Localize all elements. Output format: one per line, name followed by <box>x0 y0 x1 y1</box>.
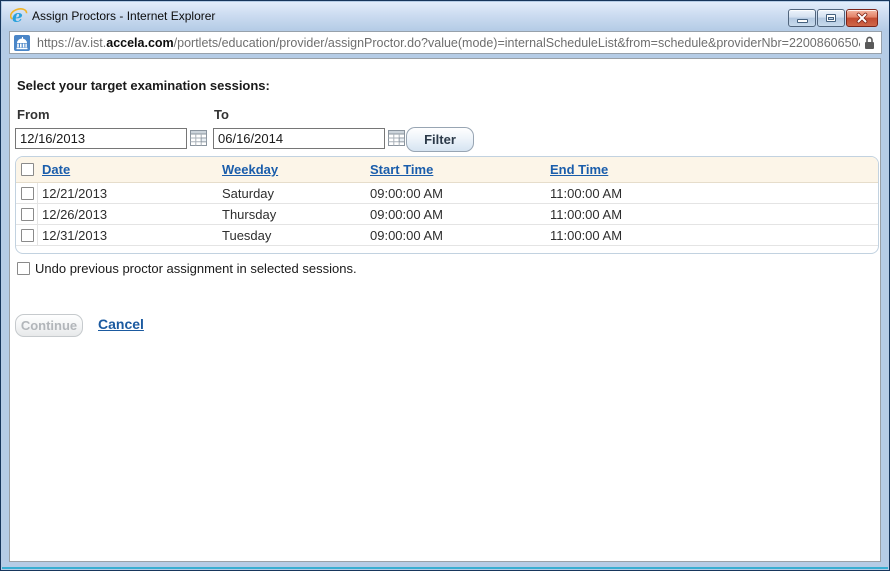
ie-popup-window: e Assign Proctors - Internet Explorer <box>0 0 890 571</box>
undo-assignment-label: Undo previous proctor assignment in sele… <box>35 261 357 276</box>
cell-weekday: Saturday <box>222 186 274 201</box>
cell-weekday: Thursday <box>222 207 276 222</box>
url-text[interactable]: https://av.ist.accela.com/portlets/educa… <box>37 36 860 50</box>
cell-start-time: 09:00:00 AM <box>370 207 443 222</box>
table-row: 12/26/2013 Thursday 09:00:00 AM 11:00:00… <box>16 204 878 225</box>
window-title: Assign Proctors - Internet Explorer <box>32 9 215 23</box>
continue-button[interactable]: Continue <box>15 314 83 337</box>
url-domain: accela.com <box>106 36 173 50</box>
column-header-end-time[interactable]: End Time <box>550 162 608 177</box>
column-header-date[interactable]: Date <box>42 162 70 177</box>
column-divider <box>37 183 38 203</box>
cell-date: 12/21/2013 <box>42 186 107 201</box>
from-label: From <box>17 107 50 122</box>
cancel-link[interactable]: Cancel <box>98 316 144 332</box>
ie-logo-icon: e <box>10 7 28 25</box>
sessions-table: Date Weekday Start Time End Time 12/21/2… <box>15 156 879 254</box>
cell-start-time: 09:00:00 AM <box>370 228 443 243</box>
cell-date: 12/26/2013 <box>42 207 107 222</box>
cell-start-time: 09:00:00 AM <box>370 186 443 201</box>
cell-end-time: 11:00:00 AM <box>550 207 622 222</box>
column-header-start-time[interactable]: Start Time <box>370 162 433 177</box>
table-row: 12/31/2013 Tuesday 09:00:00 AM 11:00:00 … <box>16 225 878 246</box>
maximize-icon <box>826 14 836 22</box>
column-divider <box>37 204 38 224</box>
to-label: To <box>214 107 229 122</box>
page-content: Select your target examination sessions:… <box>9 58 881 562</box>
column-divider <box>37 225 38 245</box>
close-icon <box>856 12 868 24</box>
calendar-icon[interactable] <box>388 130 405 146</box>
address-bar[interactable]: https://av.ist.accela.com/portlets/educa… <box>9 31 882 54</box>
row-checkbox[interactable] <box>21 229 34 242</box>
close-button[interactable] <box>846 9 878 27</box>
undo-assignment-checkbox[interactable] <box>17 262 30 275</box>
cell-date: 12/31/2013 <box>42 228 107 243</box>
minimize-button[interactable] <box>788 9 816 27</box>
title-bar[interactable]: e Assign Proctors - Internet Explorer <box>2 2 890 30</box>
cell-end-time: 11:00:00 AM <box>550 186 622 201</box>
minimize-icon <box>797 19 808 23</box>
column-header-weekday[interactable]: Weekday <box>222 162 278 177</box>
row-checkbox[interactable] <box>21 208 34 221</box>
to-date-input[interactable] <box>213 128 385 149</box>
maximize-button[interactable] <box>817 9 845 27</box>
row-checkbox[interactable] <box>21 187 34 200</box>
filter-button[interactable]: Filter <box>406 127 474 152</box>
page-title: Select your target examination sessions: <box>17 78 270 93</box>
calendar-icon[interactable] <box>190 130 207 146</box>
cell-end-time: 11:00:00 AM <box>550 228 622 243</box>
table-row: 12/21/2013 Saturday 09:00:00 AM 11:00:00… <box>16 183 878 204</box>
url-prefix: https://av.ist. <box>37 36 106 50</box>
table-header-row: Date Weekday Start Time End Time <box>16 157 878 183</box>
building-icon <box>14 35 30 51</box>
cell-weekday: Tuesday <box>222 228 271 243</box>
from-date-input[interactable] <box>15 128 187 149</box>
url-path: /portlets/education/provider/assignProct… <box>174 36 860 50</box>
lock-icon <box>864 36 875 50</box>
select-all-checkbox[interactable] <box>21 163 34 176</box>
